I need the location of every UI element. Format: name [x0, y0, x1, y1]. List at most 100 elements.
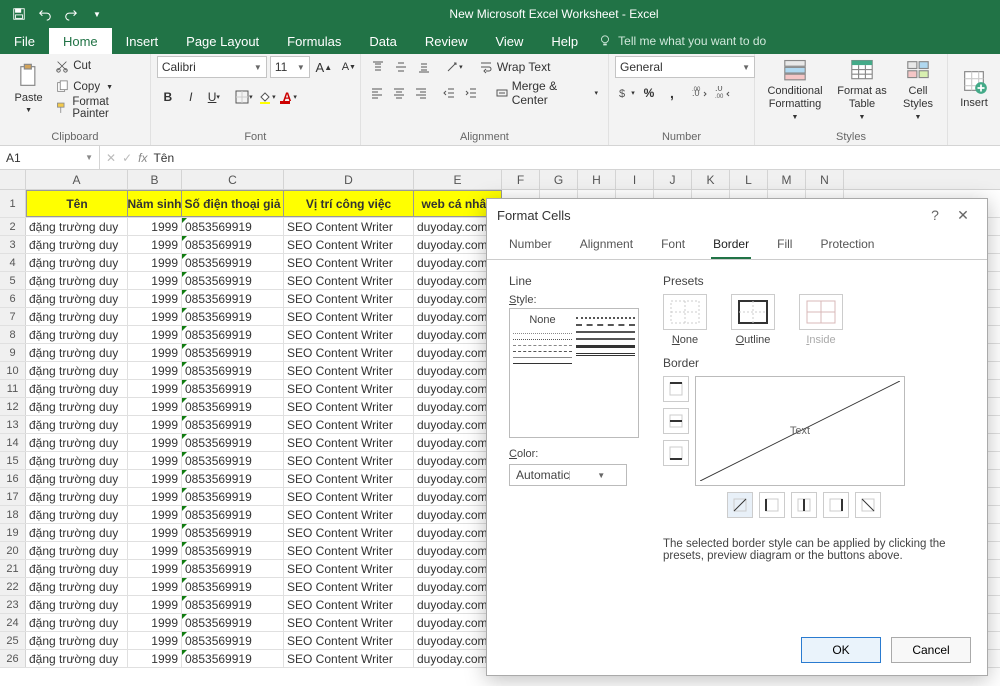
- data-cell[interactable]: đặng trường duy: [26, 560, 128, 577]
- align-bottom-icon[interactable]: [413, 56, 435, 78]
- data-cell[interactable]: đặng trường duy: [26, 524, 128, 541]
- data-cell[interactable]: đặng trường duy: [26, 254, 128, 271]
- row-header[interactable]: 15: [0, 452, 26, 469]
- data-cell[interactable]: đặng trường duy: [26, 218, 128, 235]
- decrease-indent-icon[interactable]: [439, 82, 460, 104]
- data-cell[interactable]: đặng trường duy: [26, 650, 128, 667]
- row-header[interactable]: 24: [0, 614, 26, 631]
- data-cell[interactable]: 0853569919: [182, 470, 284, 487]
- col-header-G[interactable]: G: [540, 170, 578, 189]
- dialog-tab-font[interactable]: Font: [659, 231, 687, 259]
- data-cell[interactable]: SEO Content Writer: [284, 416, 414, 433]
- data-cell[interactable]: đặng trường duy: [26, 380, 128, 397]
- underline-button[interactable]: U▾: [203, 86, 225, 108]
- data-cell[interactable]: 1999: [128, 344, 182, 361]
- redo-icon[interactable]: [60, 3, 82, 25]
- data-cell[interactable]: 1999: [128, 560, 182, 577]
- data-cell[interactable]: 1999: [128, 614, 182, 631]
- data-cell[interactable]: đặng trường duy: [26, 596, 128, 613]
- row-header[interactable]: 14: [0, 434, 26, 451]
- data-cell[interactable]: SEO Content Writer: [284, 524, 414, 541]
- row-header[interactable]: 4: [0, 254, 26, 271]
- data-cell[interactable]: 1999: [128, 632, 182, 649]
- data-cell[interactable]: 1999: [128, 470, 182, 487]
- tab-data[interactable]: Data: [355, 28, 410, 54]
- data-cell[interactable]: 0853569919: [182, 236, 284, 253]
- data-cell[interactable]: SEO Content Writer: [284, 632, 414, 649]
- header-cell[interactable]: Tên: [26, 190, 128, 217]
- data-cell[interactable]: 0853569919: [182, 308, 284, 325]
- border-diag-up-button[interactable]: [727, 492, 753, 518]
- data-cell[interactable]: đặng trường duy: [26, 506, 128, 523]
- row-header[interactable]: 12: [0, 398, 26, 415]
- data-cell[interactable]: SEO Content Writer: [284, 308, 414, 325]
- border-color-combo[interactable]: Automatic▼: [509, 464, 627, 486]
- dialog-tab-fill[interactable]: Fill: [775, 231, 794, 259]
- data-cell[interactable]: 1999: [128, 506, 182, 523]
- row-header[interactable]: 19: [0, 524, 26, 541]
- row-header[interactable]: 9: [0, 344, 26, 361]
- data-cell[interactable]: 0853569919: [182, 272, 284, 289]
- data-cell[interactable]: 0853569919: [182, 416, 284, 433]
- row-header[interactable]: 26: [0, 650, 26, 667]
- cell-styles-button[interactable]: Cell Styles▼: [895, 56, 941, 122]
- data-cell[interactable]: 0853569919: [182, 380, 284, 397]
- data-cell[interactable]: SEO Content Writer: [284, 254, 414, 271]
- data-cell[interactable]: SEO Content Writer: [284, 290, 414, 307]
- header-cell[interactable]: Năm sinh: [128, 190, 182, 217]
- row-header[interactable]: 11: [0, 380, 26, 397]
- data-cell[interactable]: SEO Content Writer: [284, 218, 414, 235]
- number-format-combo[interactable]: General▼: [615, 56, 755, 78]
- data-cell[interactable]: SEO Content Writer: [284, 650, 414, 667]
- data-cell[interactable]: SEO Content Writer: [284, 452, 414, 469]
- col-header-F[interactable]: F: [502, 170, 540, 189]
- decrease-decimal-icon[interactable]: .0.00: [712, 82, 734, 104]
- border-preview[interactable]: Text: [695, 376, 905, 486]
- font-name-combo[interactable]: Calibri▼: [157, 56, 267, 78]
- tab-formulas[interactable]: Formulas: [273, 28, 355, 54]
- data-cell[interactable]: 1999: [128, 290, 182, 307]
- data-cell[interactable]: SEO Content Writer: [284, 380, 414, 397]
- dialog-tab-alignment[interactable]: Alignment: [578, 231, 635, 259]
- data-cell[interactable]: đặng trường duy: [26, 236, 128, 253]
- accounting-format-icon[interactable]: $▾: [615, 82, 637, 104]
- col-header-B[interactable]: B: [128, 170, 182, 189]
- orientation-icon[interactable]: ▾: [443, 56, 465, 78]
- align-middle-icon[interactable]: [390, 56, 412, 78]
- data-cell[interactable]: 0853569919: [182, 632, 284, 649]
- data-cell[interactable]: 0853569919: [182, 542, 284, 559]
- row-header[interactable]: 25: [0, 632, 26, 649]
- tell-me-search[interactable]: Tell me what you want to do: [598, 28, 766, 54]
- data-cell[interactable]: 0853569919: [182, 560, 284, 577]
- data-cell[interactable]: đặng trường duy: [26, 434, 128, 451]
- italic-button[interactable]: I: [180, 86, 202, 108]
- data-cell[interactable]: đặng trường duy: [26, 452, 128, 469]
- row-header[interactable]: 13: [0, 416, 26, 433]
- data-cell[interactable]: 0853569919: [182, 452, 284, 469]
- data-cell[interactable]: đặng trường duy: [26, 290, 128, 307]
- data-cell[interactable]: đặng trường duy: [26, 272, 128, 289]
- percent-format-icon[interactable]: %: [638, 82, 660, 104]
- copy-button[interactable]: Copy▼: [55, 77, 144, 97]
- data-cell[interactable]: SEO Content Writer: [284, 398, 414, 415]
- insert-cells-button[interactable]: Insert: [954, 56, 994, 122]
- format-as-table-button[interactable]: Format as Table▼: [833, 56, 891, 122]
- row-header[interactable]: 6: [0, 290, 26, 307]
- border-horizontal-button[interactable]: [663, 408, 689, 434]
- dialog-tab-protection[interactable]: Protection: [818, 231, 876, 259]
- border-vertical-button[interactable]: [791, 492, 817, 518]
- data-cell[interactable]: 1999: [128, 650, 182, 667]
- data-cell[interactable]: 1999: [128, 362, 182, 379]
- data-cell[interactable]: 1999: [128, 380, 182, 397]
- header-cell[interactable]: Số điện thoại giả: [182, 190, 284, 217]
- row-header[interactable]: 2: [0, 218, 26, 235]
- row-header[interactable]: 8: [0, 326, 26, 343]
- data-cell[interactable]: 0853569919: [182, 614, 284, 631]
- data-cell[interactable]: SEO Content Writer: [284, 596, 414, 613]
- increase-decimal-icon[interactable]: .0.00: [689, 82, 711, 104]
- data-cell[interactable]: 0853569919: [182, 506, 284, 523]
- data-cell[interactable]: 1999: [128, 416, 182, 433]
- data-cell[interactable]: đặng trường duy: [26, 470, 128, 487]
- data-cell[interactable]: đặng trường duy: [26, 488, 128, 505]
- data-cell[interactable]: 1999: [128, 236, 182, 253]
